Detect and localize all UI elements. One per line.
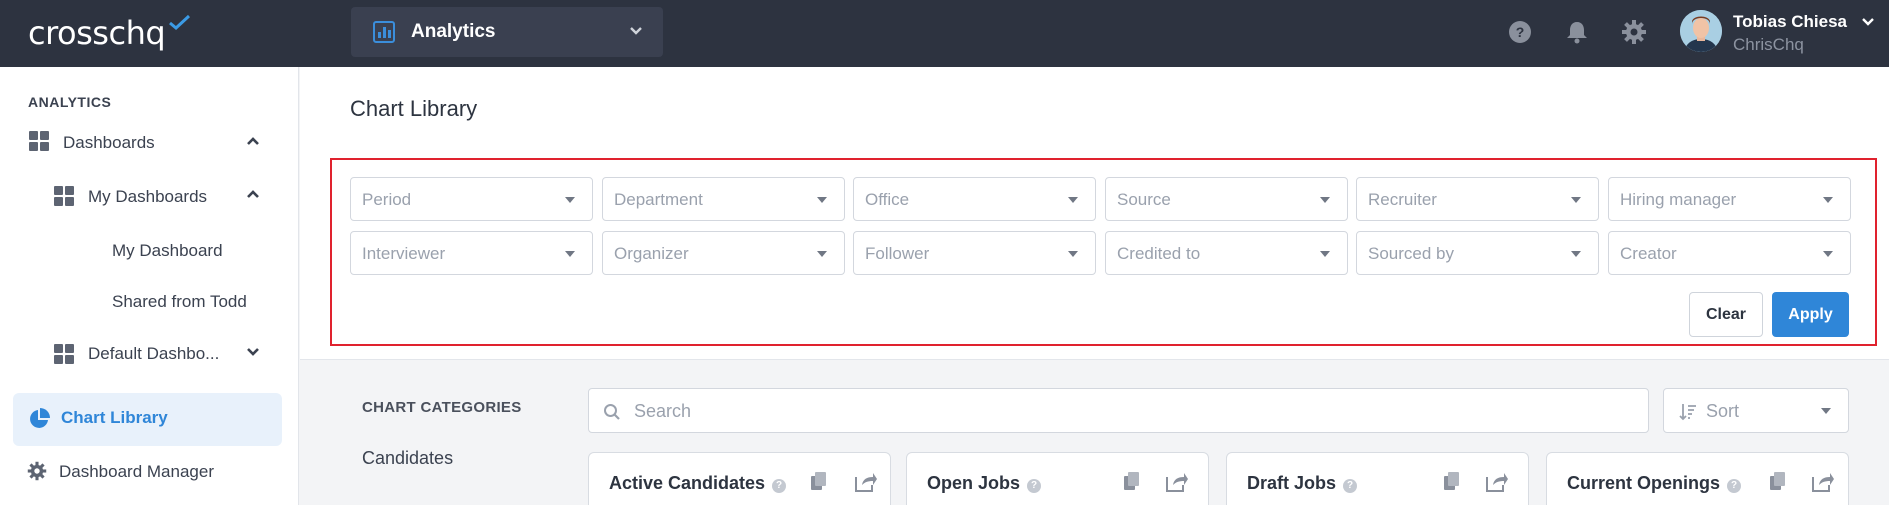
help-icon[interactable]: ? — [1343, 479, 1358, 493]
caret-down-icon — [1320, 251, 1330, 257]
card-title: Active Candidates? — [609, 473, 787, 494]
caret-down-icon — [1821, 408, 1831, 414]
caret-down-icon — [1571, 251, 1581, 257]
filter-follower[interactable]: Follower — [853, 231, 1096, 275]
caret-down-icon — [817, 197, 827, 203]
copy-icon[interactable] — [1123, 471, 1141, 491]
share-icon[interactable] — [1485, 471, 1509, 493]
help-icon[interactable]: ? — [1027, 479, 1042, 493]
sidebar-item-label: Default Dashbo... — [88, 344, 220, 363]
filter-interviewer[interactable]: Interviewer — [350, 231, 593, 275]
sort-select[interactable]: Sort — [1663, 388, 1849, 433]
help-icon[interactable]: ? — [772, 479, 787, 493]
filter-creator[interactable]: Creator — [1608, 231, 1851, 275]
filter-organizer[interactable]: Organizer — [602, 231, 845, 275]
gear-icon[interactable] — [1621, 19, 1647, 45]
avatar[interactable] — [1680, 10, 1722, 52]
gear-icon — [27, 461, 47, 481]
filter-recruiter[interactable]: Recruiter — [1356, 177, 1599, 221]
filter-department[interactable]: Department — [602, 177, 845, 221]
sidebar-item-label: My Dashboards — [88, 187, 208, 206]
help-icon[interactable]: ? — [1507, 19, 1533, 45]
sidebar-section-heading: ANALYTICS — [28, 94, 112, 110]
filter-sourced-by[interactable]: Sourced by — [1356, 231, 1599, 275]
pie-chart-icon — [30, 408, 50, 428]
caret-down-icon — [1068, 197, 1078, 203]
grid-icon — [54, 186, 74, 206]
share-icon[interactable] — [1811, 471, 1835, 493]
chart-categories-heading: CHART CATEGORIES — [362, 399, 522, 416]
chart-card-open-jobs[interactable]: Open Jobs? — [906, 452, 1209, 505]
sidebar-item-label: Dashboards — [63, 133, 155, 152]
filter-office[interactable]: Office — [853, 177, 1096, 221]
sidebar-item-chart-library[interactable]: Chart Library — [13, 393, 282, 446]
sidebar-item-shared-from-todd[interactable]: Shared from Todd — [112, 292, 247, 312]
apply-button[interactable]: Apply — [1772, 292, 1849, 337]
caret-down-icon — [1068, 251, 1078, 257]
user-organization: ChrisChq — [1733, 35, 1804, 54]
page-title: Chart Library — [350, 96, 478, 121]
sidebar-item-my-dashboard[interactable]: My Dashboard — [112, 241, 223, 261]
module-selector[interactable]: Analytics — [351, 7, 663, 57]
filter-source[interactable]: Source — [1105, 177, 1348, 221]
top-bar: crosschq Analytics ? Tobias Chiesa Chris… — [0, 0, 1889, 67]
filter-hiring-manager[interactable]: Hiring manager — [1608, 177, 1851, 221]
sort-placeholder: Sort — [1706, 401, 1740, 421]
filter-period[interactable]: Period — [350, 177, 593, 221]
chevron-down-icon — [630, 27, 642, 35]
caret-down-icon — [1823, 197, 1833, 203]
svg-text:?: ? — [1516, 24, 1525, 40]
share-icon[interactable] — [1165, 471, 1189, 493]
caret-down-icon — [565, 251, 575, 257]
sidebar-item-label: Chart Library — [61, 408, 168, 427]
sidebar-item-label: Dashboard Manager — [59, 462, 214, 481]
chevron-down-icon[interactable] — [244, 343, 262, 361]
user-name[interactable]: Tobias Chiesa — [1733, 12, 1847, 32]
category-candidates[interactable]: Candidates — [362, 448, 453, 469]
card-title: Open Jobs? — [927, 473, 1042, 494]
grid-icon — [54, 344, 74, 364]
copy-icon[interactable] — [810, 471, 828, 491]
search-input[interactable]: Search — [588, 388, 1649, 433]
search-placeholder: Search — [634, 401, 692, 421]
analytics-icon — [373, 21, 395, 43]
sidebar: ANALYTICS Dashboards My Dashboards My Da… — [0, 67, 299, 505]
caret-down-icon — [1320, 197, 1330, 203]
logo-check-icon — [169, 14, 191, 30]
chart-card-active-candidates[interactable]: Active Candidates? — [588, 452, 891, 505]
chart-card-current-openings[interactable]: Current Openings? — [1546, 452, 1849, 505]
grid-icon — [29, 131, 49, 151]
caret-down-icon — [1823, 251, 1833, 257]
clear-button[interactable]: Clear — [1689, 292, 1763, 337]
module-label: Analytics — [411, 21, 496, 42]
caret-down-icon — [565, 197, 575, 203]
copy-icon[interactable] — [1443, 471, 1461, 491]
bell-icon[interactable] — [1564, 19, 1590, 45]
chevron-down-icon[interactable] — [1860, 14, 1876, 30]
page-header: Chart Library — [300, 67, 1889, 155]
chart-card-draft-jobs[interactable]: Draft Jobs? — [1226, 452, 1529, 505]
crosschq-logo[interactable]: crosschq — [28, 14, 166, 52]
share-icon[interactable] — [854, 471, 878, 493]
card-title: Draft Jobs? — [1247, 473, 1358, 494]
chevron-up-icon[interactable] — [244, 132, 262, 150]
sort-icon — [1679, 404, 1696, 421]
copy-icon[interactable] — [1769, 471, 1787, 491]
card-title: Current Openings? — [1567, 473, 1742, 494]
caret-down-icon — [817, 251, 827, 257]
search-icon — [604, 404, 620, 420]
filter-credited-to[interactable]: Credited to — [1105, 231, 1348, 275]
help-icon[interactable]: ? — [1727, 479, 1742, 493]
caret-down-icon — [1571, 197, 1581, 203]
chevron-up-icon[interactable] — [244, 185, 262, 203]
